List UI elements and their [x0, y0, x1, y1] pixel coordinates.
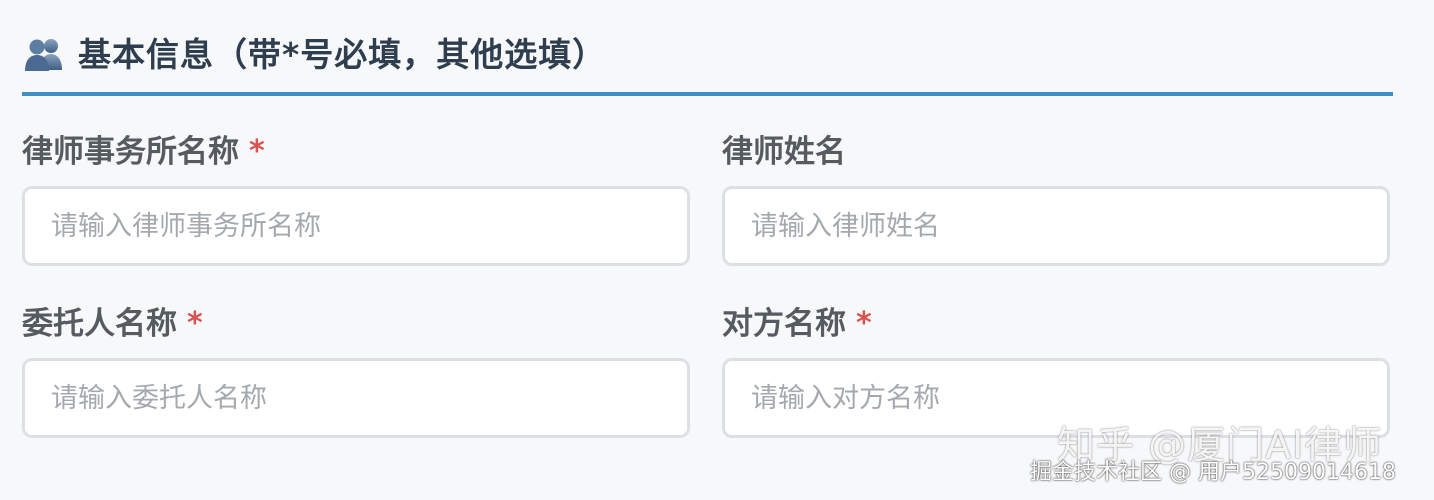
section-header: 基本信息（带*号必填，其他选填）	[22, 30, 1393, 96]
field-label: 律师姓名	[722, 132, 1390, 172]
section-title: 基本信息（带*号必填，其他选填）	[78, 35, 607, 74]
field-lawyer-name: 律师姓名	[722, 132, 1390, 266]
field-label: 对方名称 *	[722, 304, 1390, 344]
lawyer-name-label: 律师姓名	[722, 134, 846, 170]
juejin-watermark: 掘金技术社区 @ 用户52509014618	[1030, 460, 1396, 485]
field-client-name: 委托人名称 *	[22, 304, 690, 438]
field-opposing-party-name: 对方名称 *	[722, 304, 1390, 438]
field-label: 委托人名称 *	[22, 304, 690, 344]
lawyer-name-input[interactable]	[722, 186, 1390, 266]
client-name-input[interactable]	[22, 358, 690, 438]
required-mark: *	[249, 134, 265, 169]
client-name-label: 委托人名称	[22, 306, 177, 342]
users-icon	[22, 32, 66, 76]
field-label: 律师事务所名称 *	[22, 132, 690, 172]
law-firm-name-input[interactable]	[22, 186, 690, 266]
required-mark: *	[187, 306, 203, 341]
required-mark: *	[856, 306, 872, 341]
field-law-firm-name: 律师事务所名称 *	[22, 132, 690, 266]
form-page: 基本信息（带*号必填，其他选填） 律师事务所名称 * 律师姓名 委托人名称 * …	[0, 0, 1434, 500]
law-firm-name-label: 律师事务所名称	[22, 134, 239, 170]
opposing-party-name-label: 对方名称	[722, 306, 846, 342]
